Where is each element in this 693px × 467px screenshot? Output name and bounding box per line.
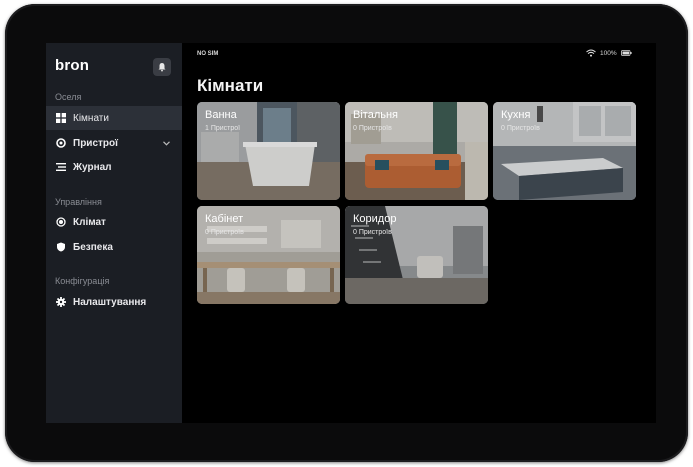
sidebar-item-rooms[interactable]: Кімнати (46, 106, 182, 130)
room-name: Кабінет (205, 213, 244, 225)
sidebar-item-devices[interactable]: Пристрої (46, 131, 182, 155)
page-title: Кімнати (197, 76, 264, 95)
room-name: Вітальня (353, 109, 398, 121)
sidebar-item-label: Пристрої (73, 137, 118, 149)
radio-icon (56, 217, 66, 227)
room-card-hallway[interactable]: Коридор 0 Пристроїв (345, 206, 488, 304)
sidebar-item-label: Журнал (73, 161, 112, 173)
gear-icon (56, 297, 66, 307)
room-card-office[interactable]: Кабінет 0 Пристроїв (197, 206, 340, 304)
room-name: Ванна (205, 109, 237, 121)
room-device-count: 0 Пристроїв (205, 229, 244, 236)
room-card-bathroom[interactable]: Ванна 1 Пристрої (197, 102, 340, 200)
notifications-button[interactable] (153, 58, 171, 76)
battery-percent: 100% (600, 49, 617, 57)
sidebar-item-log[interactable]: Журнал (46, 155, 182, 179)
sidebar: bron Оселя Кімнати Пристрої Журнал Управ… (46, 43, 182, 423)
room-name: Кухня (501, 109, 531, 121)
room-device-count: 0 Пристроїв (353, 125, 392, 132)
room-device-count: 0 Пристроїв (353, 229, 392, 236)
room-device-count: 0 Пристроїв (501, 125, 540, 132)
list-icon (56, 162, 66, 172)
screen: bron Оселя Кімнати Пристрої Журнал Управ… (46, 43, 656, 423)
wifi-icon (586, 49, 596, 57)
chevron-down-icon[interactable] (163, 138, 170, 149)
grid-icon (56, 113, 66, 123)
sidebar-item-security[interactable]: Безпека (46, 235, 182, 259)
section-control: Управління (55, 197, 102, 207)
sidebar-item-climate[interactable]: Клімат (46, 210, 182, 234)
section-config: Конфігурація (55, 276, 110, 286)
section-home: Оселя (55, 92, 82, 102)
sidebar-item-label: Кімнати (73, 112, 109, 124)
sidebar-item-label: Клімат (73, 216, 106, 228)
room-name: Коридор (353, 213, 397, 225)
shield-icon (56, 242, 66, 252)
sidebar-item-label: Налаштування (73, 296, 147, 308)
battery-icon (620, 50, 632, 56)
room-card-kitchen[interactable]: Кухня 0 Пристроїв (493, 102, 636, 200)
room-device-count: 1 Пристрої (205, 125, 241, 132)
sidebar-item-settings[interactable]: Налаштування (46, 290, 182, 314)
tablet-frame: bron Оселя Кімнати Пристрої Журнал Управ… (5, 4, 688, 462)
status-indicators: 100% (586, 49, 632, 57)
target-icon (56, 138, 66, 148)
sidebar-item-label: Безпека (73, 241, 113, 253)
room-card-living-room[interactable]: Вітальня 0 Пристроїв (345, 102, 488, 200)
app-logo[interactable]: bron (55, 57, 89, 74)
carrier-status: NO SIM (197, 51, 219, 57)
bell-icon (158, 63, 166, 72)
